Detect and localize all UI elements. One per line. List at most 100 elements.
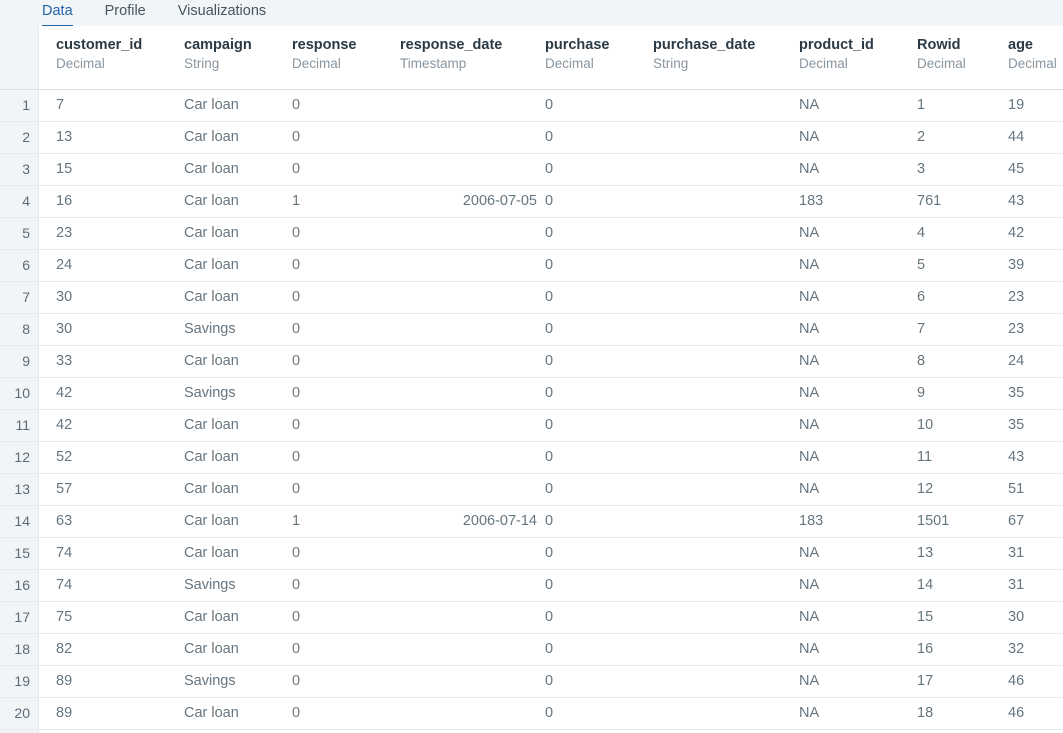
cell-purchase_date[interactable] [653,570,791,601]
table-row[interactable]: 15 74 Car loan 0 0 NA 13 31 [0,538,1063,570]
cell-response_date[interactable] [400,314,537,345]
cell-response[interactable]: 0 [292,602,392,633]
tab-profile[interactable]: Profile [105,0,146,28]
tab-data[interactable]: Data [42,0,73,28]
cell-campaign[interactable]: Car loan [184,154,284,185]
cell-response_date[interactable] [400,218,537,249]
cell-product_id[interactable]: NA [799,538,909,569]
cell-response[interactable]: 0 [292,122,392,153]
cell-age[interactable]: 44 [1008,122,1063,153]
cell-Rowid[interactable]: 7 [917,314,1000,345]
cell-product_id[interactable]: NA [799,666,909,697]
cell-response_date[interactable] [400,474,537,505]
cell-age[interactable]: 46 [1008,698,1063,729]
cell-product_id[interactable]: NA [799,314,909,345]
column-header-campaign[interactable]: campaign String [184,36,252,73]
cell-Rowid[interactable]: 14 [917,570,1000,601]
cell-response_date[interactable] [400,282,537,313]
cell-Rowid[interactable]: 10 [917,410,1000,441]
cell-product_id[interactable]: NA [799,602,909,633]
cell-campaign[interactable]: Car loan [184,634,284,665]
cell-Rowid[interactable]: 16 [917,634,1000,665]
cell-customer_id[interactable]: 89 [56,698,176,729]
cell-campaign[interactable]: Savings [184,570,284,601]
cell-age[interactable]: 46 [1008,666,1063,697]
cell-customer_id[interactable]: 13 [56,122,176,153]
cell-purchase[interactable]: 0 [545,90,645,121]
cell-Rowid[interactable]: 17 [917,666,1000,697]
cell-customer_id[interactable]: 7 [56,90,176,121]
cell-Rowid[interactable]: 12 [917,474,1000,505]
cell-campaign[interactable]: Car loan [184,474,284,505]
cell-campaign[interactable]: Car loan [184,186,284,217]
table-row[interactable]: 5 23 Car loan 0 0 NA 4 42 [0,218,1063,250]
cell-campaign[interactable]: Car loan [184,250,284,281]
cell-customer_id[interactable]: 42 [56,378,176,409]
cell-product_id[interactable]: 183 [799,506,909,537]
cell-campaign[interactable]: Savings [184,666,284,697]
cell-purchase[interactable]: 0 [545,506,645,537]
cell-response_date[interactable] [400,442,537,473]
cell-purchase_date[interactable] [653,602,791,633]
cell-purchase_date[interactable] [653,442,791,473]
table-row[interactable]: 20 89 Car loan 0 0 NA 18 46 [0,698,1063,730]
cell-customer_id[interactable]: 33 [56,346,176,377]
cell-age[interactable]: 43 [1008,442,1063,473]
cell-purchase[interactable]: 0 [545,250,645,281]
cell-purchase_date[interactable] [653,186,791,217]
cell-campaign[interactable]: Car loan [184,538,284,569]
cell-age[interactable]: 32 [1008,634,1063,665]
cell-customer_id[interactable]: 82 [56,634,176,665]
cell-campaign[interactable]: Car loan [184,282,284,313]
cell-product_id[interactable]: NA [799,474,909,505]
cell-purchase[interactable]: 0 [545,698,645,729]
table-row[interactable]: 6 24 Car loan 0 0 NA 5 39 [0,250,1063,282]
cell-purchase[interactable]: 0 [545,442,645,473]
table-row[interactable]: 8 30 Savings 0 0 NA 7 23 [0,314,1063,346]
cell-response[interactable]: 0 [292,314,392,345]
cell-age[interactable]: 23 [1008,314,1063,345]
cell-purchase[interactable]: 0 [545,410,645,441]
cell-Rowid[interactable]: 2 [917,122,1000,153]
table-row[interactable]: 18 82 Car loan 0 0 NA 16 32 [0,634,1063,666]
cell-purchase_date[interactable] [653,122,791,153]
cell-response_date[interactable] [400,346,537,377]
cell-response[interactable]: 0 [292,90,392,121]
table-row[interactable]: 12 52 Car loan 0 0 NA 11 43 [0,442,1063,474]
column-header-purchase_date[interactable]: purchase_date String [653,36,755,73]
cell-purchase[interactable]: 0 [545,538,645,569]
table-row[interactable]: 2 13 Car loan 0 0 NA 2 44 [0,122,1063,154]
cell-Rowid[interactable]: 1 [917,90,1000,121]
cell-response_date[interactable] [400,538,537,569]
cell-purchase[interactable]: 0 [545,570,645,601]
cell-response[interactable]: 0 [292,666,392,697]
cell-customer_id[interactable]: 57 [56,474,176,505]
cell-response[interactable]: 0 [292,474,392,505]
cell-age[interactable]: 51 [1008,474,1063,505]
cell-purchase[interactable]: 0 [545,602,645,633]
cell-Rowid[interactable]: 11 [917,442,1000,473]
cell-response_date[interactable] [400,602,537,633]
cell-response[interactable]: 0 [292,282,392,313]
table-row[interactable]: 13 57 Car loan 0 0 NA 12 51 [0,474,1063,506]
cell-response_date[interactable] [400,634,537,665]
cell-product_id[interactable]: NA [799,218,909,249]
cell-Rowid[interactable]: 3 [917,154,1000,185]
cell-customer_id[interactable]: 30 [56,314,176,345]
cell-Rowid[interactable]: 761 [917,186,1000,217]
cell-purchase_date[interactable] [653,250,791,281]
cell-response[interactable]: 0 [292,570,392,601]
cell-customer_id[interactable]: 24 [56,250,176,281]
cell-response_date[interactable]: 2006-07-14 [400,506,537,537]
cell-product_id[interactable]: NA [799,378,909,409]
cell-age[interactable]: 35 [1008,410,1063,441]
cell-purchase_date[interactable] [653,410,791,441]
cell-Rowid[interactable]: 13 [917,538,1000,569]
cell-purchase_date[interactable] [653,282,791,313]
cell-response[interactable]: 0 [292,538,392,569]
cell-product_id[interactable]: NA [799,122,909,153]
cell-response[interactable]: 0 [292,634,392,665]
cell-Rowid[interactable]: 6 [917,282,1000,313]
column-header-customer_id[interactable]: customer_id Decimal [56,36,142,73]
cell-customer_id[interactable]: 74 [56,538,176,569]
